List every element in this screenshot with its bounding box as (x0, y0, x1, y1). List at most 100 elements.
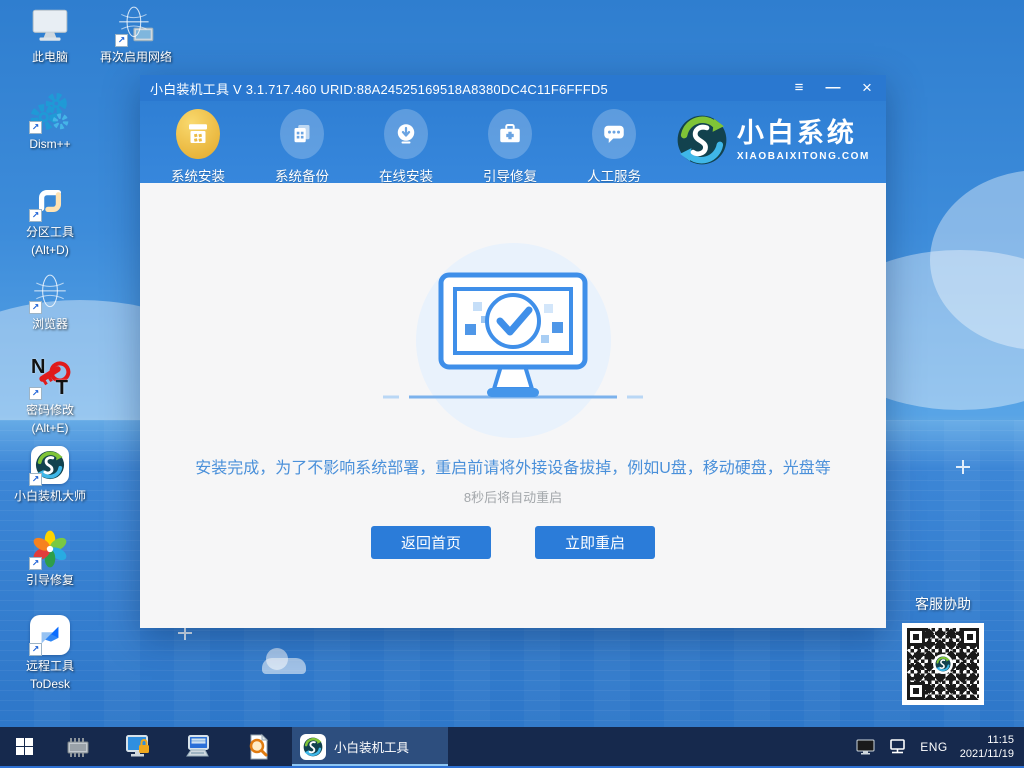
mini-cloud (262, 658, 306, 674)
shortcut-arrow-icon (29, 301, 42, 314)
chat-bubble-icon (592, 109, 636, 159)
desktop-icon-this-pc[interactable]: 此电脑 (10, 5, 90, 65)
desktop-icon-boot-repair[interactable]: 引导修复 (10, 528, 90, 588)
this-pc-icon (29, 5, 71, 47)
install-box-icon (176, 109, 220, 159)
desktop-icon-label: 再次启用网络 (100, 50, 172, 65)
desktop-icon-label2: ToDesk (30, 677, 70, 692)
nt-password-key-icon: NT (29, 358, 71, 400)
taskbar-active-app[interactable]: 小白装机工具 (292, 727, 448, 766)
clock-time: 11:15 (960, 733, 1014, 747)
tab-label: 人工服务 (587, 165, 641, 185)
browser-globe-icon (29, 272, 71, 314)
tab-boot-repair[interactable]: 引导修复 (468, 109, 552, 185)
brand-name: 小白系统 (737, 118, 870, 148)
window-titlebar[interactable]: 小白装机工具 V 3.1.717.460 URID:88A24525169518… (140, 75, 886, 101)
desktop-icon-password-reset[interactable]: NT 密码修改 (Alt+E) (10, 358, 90, 436)
monitor-check-icon (383, 269, 643, 419)
install-complete-message: 安装完成，为了不影响系统部署，重启前请将外接设备拔掉，例如U盘，移动硬盘，光盘等 (195, 454, 831, 478)
brand: 小白系统 XIAOBAIXITONG.COM (676, 114, 870, 166)
desktop-icon-label: 密码修改 (26, 403, 74, 418)
pinwheel-icon (29, 528, 71, 570)
locked-monitor-icon (123, 732, 153, 762)
keyboard-monitor-icon (183, 732, 213, 762)
desktop-icon-todesk[interactable]: 远程工具 ToDesk (10, 614, 90, 692)
restart-countdown: 8秒后将自动重启 (464, 487, 562, 506)
download-icon (384, 109, 428, 159)
desktop-icon-label: 浏览器 (32, 317, 68, 332)
qr-finder-icon (907, 628, 925, 646)
todesk-arrow-icon (29, 614, 71, 656)
desktop-icon-dism[interactable]: Dism++ (10, 92, 90, 152)
sparkle (178, 626, 192, 640)
tab-label: 系统备份 (275, 165, 329, 185)
support-title: 客服协助 (902, 594, 984, 614)
qr-finder-icon (907, 682, 925, 700)
taskbar-icon-locked-monitor[interactable] (108, 727, 168, 766)
desktop-icon-label: 引导修复 (26, 573, 74, 588)
nav-tabs: 系统安装 系统备份 (156, 109, 656, 185)
gears-icon (29, 92, 71, 134)
start-button[interactable] (0, 727, 48, 766)
back-home-button[interactable]: 返回首页 (371, 526, 491, 559)
taskbar: 小白装机工具 ENG 11:15 2021/11/19 (0, 727, 1024, 768)
desktop-icon-label: 分区工具 (26, 225, 74, 240)
menu-icon[interactable]: ≡ (790, 79, 808, 97)
brand-site: XIAOBAIXITONG.COM (737, 151, 870, 162)
window-title: 小白装机工具 V 3.1.717.460 URID:88A24525169518… (150, 79, 608, 98)
shortcut-arrow-icon (29, 121, 42, 134)
tab-label: 引导修复 (483, 165, 537, 185)
backup-copies-icon (280, 109, 324, 159)
taskbar-app-label: 小白装机工具 (334, 737, 409, 756)
xiaobai-logo-icon (676, 114, 728, 166)
taskbar-icon-memory-chip[interactable] (48, 727, 108, 766)
tab-system-install[interactable]: 系统安装 (156, 109, 240, 185)
taskbar-icon-search-doc[interactable] (228, 727, 288, 766)
restart-now-button[interactable]: 立即重启 (535, 526, 655, 559)
desktop-icon-label: Dism++ (29, 137, 70, 152)
window-content: 安装完成，为了不影响系统部署，重启前请将外接设备拔掉，例如U盘，移动硬盘，光盘等… (140, 183, 886, 628)
shortcut-arrow-icon (115, 34, 128, 47)
support-qr-code (902, 623, 984, 705)
shortcut-arrow-icon (29, 557, 42, 570)
desktop-icon-label2: (Alt+E) (31, 421, 68, 436)
desktop-icon-label: 远程工具 (26, 659, 74, 674)
toolbox-icon (488, 109, 532, 159)
desktop-icon-label2: (Alt+D) (31, 243, 69, 258)
tab-system-backup[interactable]: 系统备份 (260, 109, 344, 185)
desktop-icon-browser[interactable]: 浏览器 (10, 272, 90, 332)
tab-label: 系统安装 (171, 165, 225, 185)
taskbar-icon-keyboard-monitor[interactable] (168, 727, 228, 766)
memory-chip-icon (63, 732, 93, 762)
desktop-icon-enable-network[interactable]: 再次启用网络 (88, 5, 184, 65)
minimize-icon[interactable]: — (824, 79, 842, 97)
success-illustration (416, 243, 611, 438)
display-color-icon[interactable] (856, 738, 876, 756)
tab-support[interactable]: 人工服务 (572, 109, 656, 185)
desktop-icon-partition-tool[interactable]: 分区工具 (Alt+D) (10, 180, 90, 258)
support-panel: 客服协助 (902, 594, 984, 705)
network-ethernet-icon[interactable] (888, 738, 908, 756)
tab-online-install[interactable]: 在线安装 (364, 109, 448, 185)
system-tray: ENG 11:15 2021/11/19 (856, 727, 1024, 766)
windows-logo-icon (16, 738, 33, 755)
partition-tool-icon (29, 180, 71, 222)
language-indicator[interactable]: ENG (920, 740, 948, 754)
shortcut-arrow-icon (29, 473, 42, 486)
xiaobai-tool-window: 小白装机工具 V 3.1.717.460 URID:88A24525169518… (140, 75, 886, 628)
shortcut-arrow-icon (29, 209, 42, 222)
xiaobai-logo-icon (933, 654, 953, 674)
desktop: 此电脑 再次启用网络 Dism++ (0, 0, 1024, 768)
sparkle (956, 460, 970, 474)
close-icon[interactable]: × (858, 79, 876, 97)
desktop-icon-label: 小白装机大师 (14, 489, 86, 504)
taskbar-clock[interactable]: 11:15 2021/11/19 (960, 733, 1014, 761)
qr-finder-icon (961, 628, 979, 646)
desktop-icon-xiaobai-master[interactable]: 小白装机大师 (2, 444, 98, 504)
desktop-icon-label: 此电脑 (32, 50, 68, 65)
search-document-icon (243, 732, 273, 762)
shortcut-arrow-icon (29, 643, 42, 656)
clock-date: 2021/11/19 (960, 747, 1014, 761)
xiaobai-logo-icon (300, 734, 326, 760)
shortcut-arrow-icon (29, 387, 42, 400)
